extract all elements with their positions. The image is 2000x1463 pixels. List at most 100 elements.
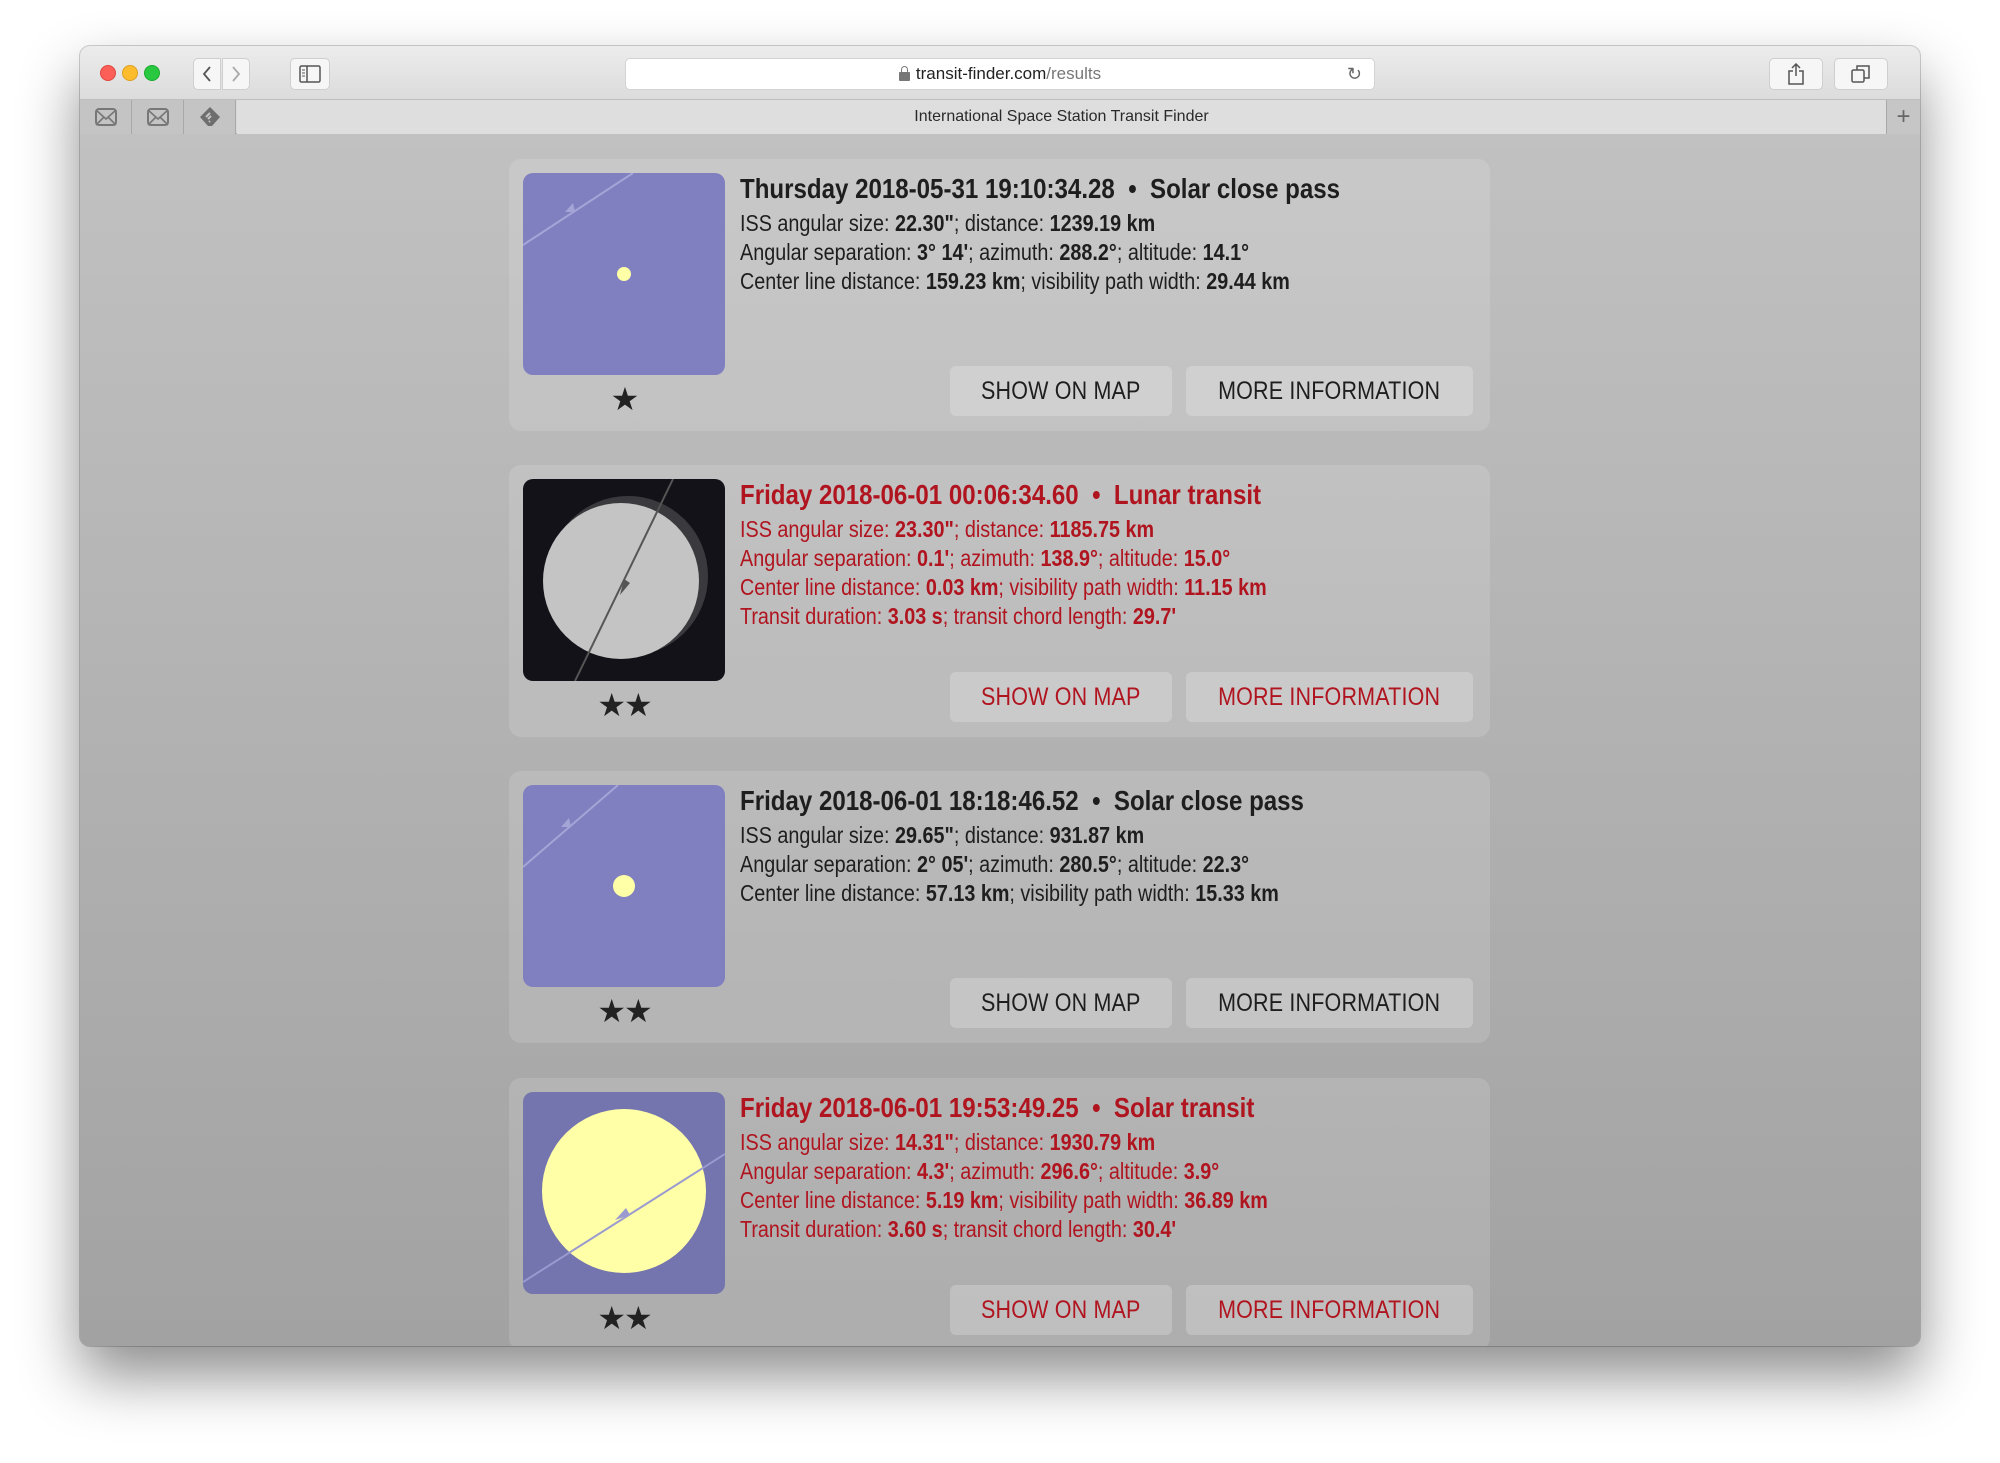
- more-information-button[interactable]: MORE INFORMATION: [1186, 672, 1473, 722]
- result-date: Friday 2018-06-01 19:53:49.25: [740, 1092, 1079, 1123]
- iss-angular-size-value: 14.31": [895, 1129, 954, 1155]
- visibility-path-width-value: 11.15 km: [1184, 574, 1267, 600]
- result-info: Friday 2018-06-01 00:06:34.60 • Lunar tr…: [740, 475, 1480, 631]
- info-line-path: Center line distance: 0.03 km; visibilit…: [740, 574, 1267, 600]
- tab-transit-finder[interactable]: International Space Station Transit Find…: [237, 100, 1886, 134]
- forward-button[interactable]: [222, 58, 250, 90]
- rating-stars: ★★: [597, 687, 652, 723]
- result-title: Friday 2018-06-01 19:53:49.25 • Solar tr…: [740, 1088, 1376, 1128]
- solar-close-pass-thumbnail: [523, 785, 725, 987]
- result-type: Solar transit: [1113, 1092, 1255, 1123]
- azimuth-value: 138.9°: [1040, 545, 1098, 571]
- azimuth-value: 296.6°: [1040, 1158, 1098, 1184]
- info-line-path: Center line distance: 159.23 km; visibil…: [740, 268, 1290, 294]
- iss-angular-size-value: 23.30": [895, 516, 954, 542]
- azimuth-value: 280.5°: [1059, 851, 1117, 877]
- altitude-value: 22.3°: [1202, 851, 1250, 877]
- transit-chord-length-value: 30.4': [1132, 1216, 1177, 1242]
- back-button[interactable]: [193, 58, 221, 90]
- result-type: Lunar transit: [1113, 479, 1262, 510]
- lock-icon: [898, 65, 910, 81]
- info-line-path: Center line distance: 57.13 km; visibili…: [740, 880, 1279, 906]
- solar-transit-thumbnail: [523, 1092, 725, 1294]
- more-information-button[interactable]: MORE INFORMATION: [1186, 366, 1473, 416]
- rating-stars: ★: [610, 381, 640, 417]
- result-date: Thursday 2018-05-31 19:10:34.28: [740, 173, 1115, 204]
- transit-chord-length-value: 29.7': [1132, 603, 1177, 629]
- show-tabs-button[interactable]: [1834, 58, 1888, 90]
- rating-stars: ★★: [597, 1300, 652, 1336]
- maximize-window-button[interactable]: [144, 65, 160, 81]
- result-card: ★★ Friday 2018-06-01 19:53:49.25 • Solar…: [509, 1078, 1490, 1346]
- info-line-transit: Transit duration: 3.60 s; transit chord …: [740, 1216, 1177, 1242]
- solar-close-pass-thumbnail: [523, 173, 725, 375]
- transit-duration-value: 3.60 s: [887, 1216, 943, 1242]
- rating-stars: ★★: [597, 993, 652, 1029]
- info-line-size: ISS angular size: 14.31"; distance: 1930…: [740, 1129, 1156, 1155]
- info-line-position: Angular separation: 4.3'; azimuth: 296.6…: [740, 1158, 1220, 1184]
- info-line-size: ISS angular size: 29.65"; distance: 931.…: [740, 822, 1145, 848]
- sidebar-icon: [299, 65, 321, 83]
- info-line-position: Angular separation: 2° 05'; azimuth: 280…: [740, 851, 1250, 877]
- iss-angular-size-value: 29.65": [895, 822, 954, 848]
- pinned-tab-feedly[interactable]: [184, 100, 236, 134]
- share-icon: [1788, 63, 1804, 85]
- distance-value: 1930.79 km: [1049, 1129, 1156, 1155]
- minimize-window-button[interactable]: [122, 65, 138, 81]
- distance-value: 1185.75 km: [1049, 516, 1155, 542]
- pinned-tab-mail-1[interactable]: [80, 100, 132, 134]
- tabs-overview-icon: [1851, 65, 1870, 83]
- angular-separation-value: 2° 05': [917, 851, 969, 877]
- angular-separation-value: 0.1': [917, 545, 950, 571]
- result-date: Friday 2018-06-01 18:18:46.52: [740, 785, 1079, 816]
- result-date: Friday 2018-06-01 00:06:34.60: [740, 479, 1079, 510]
- chevron-right-icon: [232, 66, 241, 82]
- show-on-map-button[interactable]: SHOW ON MAP: [950, 366, 1172, 416]
- address-bar[interactable]: transit-finder.com/results ↻: [625, 58, 1375, 90]
- browser-toolbar: transit-finder.com/results ↻: [80, 46, 1920, 100]
- angular-separation-value: 3° 14': [917, 239, 969, 265]
- mail-icon: [94, 108, 117, 126]
- altitude-value: 15.0°: [1183, 545, 1231, 571]
- share-button[interactable]: [1769, 58, 1823, 90]
- sun-disc: [542, 1109, 706, 1273]
- info-line-transit: Transit duration: 3.03 s; transit chord …: [740, 603, 1177, 629]
- result-info: Friday 2018-06-01 19:53:49.25 • Solar tr…: [740, 1088, 1480, 1244]
- altitude-value: 14.1°: [1202, 239, 1250, 265]
- sun-disc: [617, 267, 631, 281]
- more-information-button[interactable]: MORE INFORMATION: [1186, 978, 1473, 1028]
- result-card: ★ Thursday 2018-05-31 19:10:34.28 • Sola…: [509, 159, 1490, 431]
- reload-icon[interactable]: ↻: [1347, 64, 1362, 85]
- separator: •: [1078, 479, 1114, 510]
- result-type: Solar close pass: [1150, 173, 1341, 204]
- separator: •: [1078, 785, 1114, 816]
- info-line-size: ISS angular size: 22.30"; distance: 1239…: [740, 210, 1156, 236]
- more-information-button[interactable]: MORE INFORMATION: [1186, 1285, 1473, 1335]
- distance-value: 1239.19 km: [1049, 210, 1156, 236]
- result-title: Thursday 2018-05-31 19:10:34.28 • Solar …: [740, 169, 1376, 209]
- show-on-map-button[interactable]: SHOW ON MAP: [950, 1285, 1172, 1335]
- show-on-map-button[interactable]: SHOW ON MAP: [950, 672, 1172, 722]
- url-host: transit-finder.com: [915, 64, 1047, 83]
- chevron-left-icon: [202, 66, 211, 82]
- distance-value: 931.87 km: [1049, 822, 1145, 848]
- show-on-map-button[interactable]: SHOW ON MAP: [950, 978, 1172, 1028]
- iss-angular-size-value: 22.30": [895, 210, 954, 236]
- visibility-path-width-value: 15.33 km: [1195, 880, 1279, 906]
- moon-disc: [543, 503, 699, 659]
- info-line-position: Angular separation: 0.1'; azimuth: 138.9…: [740, 545, 1231, 571]
- separator: •: [1114, 173, 1151, 204]
- center-line-distance-value: 57.13 km: [925, 880, 1010, 906]
- result-type: Solar close pass: [1113, 785, 1304, 816]
- sidebar-toggle-button[interactable]: [290, 58, 330, 90]
- pinned-tab-mail-2[interactable]: [132, 100, 184, 134]
- altitude-value: 3.9°: [1183, 1158, 1220, 1184]
- result-title: Friday 2018-06-01 18:18:46.52 • Solar cl…: [740, 781, 1376, 821]
- mail-icon: [146, 108, 169, 126]
- info-line-path: Center line distance: 5.19 km; visibilit…: [740, 1187, 1268, 1213]
- close-window-button[interactable]: [100, 65, 116, 81]
- url-path: /results: [1046, 64, 1102, 83]
- new-tab-button[interactable]: +: [1886, 100, 1920, 134]
- result-info: Friday 2018-06-01 18:18:46.52 • Solar cl…: [740, 781, 1480, 908]
- info-line-position: Angular separation: 3° 14'; azimuth: 288…: [740, 239, 1250, 265]
